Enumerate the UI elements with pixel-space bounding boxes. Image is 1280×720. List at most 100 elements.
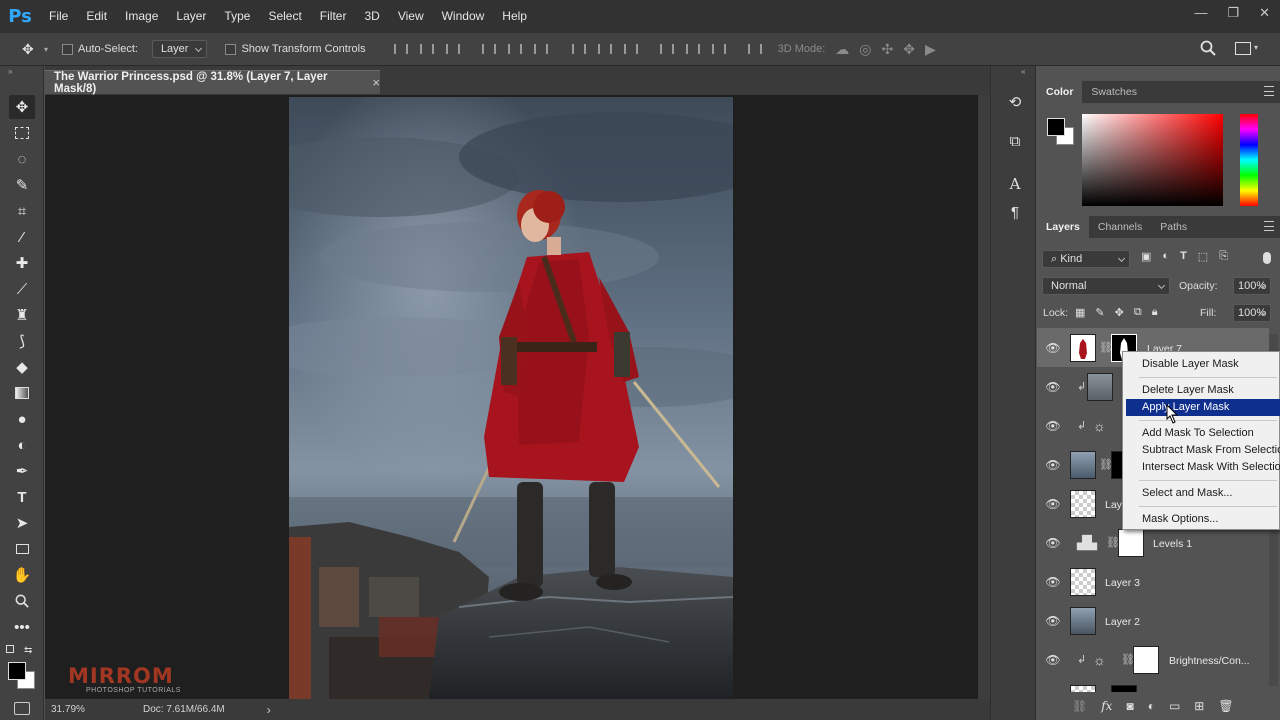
rectangle-tool-icon[interactable] <box>9 537 35 561</box>
workspace-arrow-icon[interactable]: ▾ <box>1254 43 1258 52</box>
crop-tool-icon[interactable]: ⌗ <box>9 199 35 223</box>
align-top-icon[interactable] <box>392 42 408 56</box>
path-selection-tool-icon[interactable]: ➤ <box>9 511 35 535</box>
distribute-vcenter-icon[interactable] <box>596 42 612 56</box>
tab-color[interactable]: Color <box>1037 81 1083 103</box>
color-picker-field[interactable] <box>1082 114 1223 206</box>
lock-transparent-icon[interactable]: ▦ <box>1075 306 1085 319</box>
tab-layers[interactable]: Layers <box>1037 216 1089 238</box>
filter-adjustment-icon[interactable]: ◐ <box>1162 250 1169 263</box>
hand-tool-icon[interactable]: ✋ <box>9 563 35 587</box>
visibility-eye-icon[interactable]: 👁︎ <box>1045 458 1060 472</box>
color-fg-swatch[interactable] <box>1047 118 1065 136</box>
align-bottom-icon[interactable] <box>444 42 460 56</box>
distribute-left-icon[interactable] <box>658 42 674 56</box>
menu-disable-layer-mask[interactable]: Disable Layer Mask <box>1126 356 1280 373</box>
layer-row[interactable]: 👁︎ Layer 2 <box>1037 601 1269 640</box>
tab-swatches[interactable]: Swatches <box>1082 81 1146 103</box>
pen-tool-icon[interactable]: ✒ <box>9 459 35 483</box>
align-vcenter-icon[interactable] <box>418 42 434 56</box>
move-tool-icon[interactable]: ✥ <box>9 95 35 119</box>
eyedropper-tool-icon[interactable]: ⁄ <box>9 225 35 249</box>
layer-mask-thumbnail[interactable] <box>1133 646 1159 674</box>
layers-panel-menu-icon[interactable] <box>1264 221 1274 231</box>
default-colors-icon[interactable] <box>6 645 14 653</box>
lock-artboard-icon[interactable]: ⧉ <box>1134 306 1142 319</box>
auto-select-dropdown[interactable]: Layer <box>151 40 208 58</box>
menu-subtract-mask-from-selection[interactable]: Subtract Mask From Selection <box>1126 442 1280 459</box>
more-tools-icon[interactable]: ••• <box>9 615 35 639</box>
menu-image[interactable]: Image <box>116 0 167 33</box>
menu-view[interactable]: View <box>389 0 433 33</box>
menu-layer[interactable]: Layer <box>167 0 215 33</box>
layer-style-icon[interactable]: fx <box>1101 699 1112 713</box>
lasso-tool-icon[interactable]: ◌ <box>9 147 35 171</box>
menu-3d[interactable]: 3D <box>355 0 388 33</box>
3d-slide-icon[interactable]: ✥ <box>903 41 915 58</box>
distribute-right-icon[interactable] <box>710 42 726 56</box>
eraser-tool-icon[interactable]: ◆ <box>9 355 35 379</box>
layer-name[interactable]: Levels 1 <box>1153 538 1192 550</box>
new-layer-icon[interactable]: ⊞ <box>1194 699 1204 713</box>
lock-all-icon[interactable]: 🔒︎ <box>1152 306 1158 319</box>
marquee-tool-icon[interactable] <box>9 121 35 145</box>
close-document-icon[interactable]: × <box>372 75 380 90</box>
swap-colors-icon[interactable]: ⇆ <box>24 645 32 656</box>
filter-toggle-icon[interactable] <box>1263 252 1271 264</box>
auto-select-checkbox[interactable]: Auto-Select: <box>62 43 138 55</box>
workspace-icon[interactable] <box>1235 42 1251 55</box>
distribute-hcenter-icon[interactable] <box>684 42 700 56</box>
menu-help[interactable]: Help <box>493 0 536 33</box>
auto-select-box[interactable] <box>62 43 74 55</box>
layer-mask-thumbnail[interactable] <box>1111 685 1137 692</box>
layer-row[interactable]: 👁︎ ↲ ☼ ⛓︎ Brightness/Con... <box>1037 640 1269 679</box>
menu-window[interactable]: Window <box>433 0 494 33</box>
menu-select[interactable]: Select <box>259 0 310 33</box>
opacity-field[interactable]: 100% <box>1233 277 1271 295</box>
menu-file[interactable]: File <box>40 0 77 33</box>
3d-panel-icon[interactable]: ⧉ <box>1006 132 1024 150</box>
blur-tool-icon[interactable]: ● <box>9 407 35 431</box>
vertical-scrollbar[interactable] <box>978 95 990 699</box>
visibility-eye-icon[interactable]: 👁︎ <box>1045 536 1060 550</box>
3d-orbit-icon[interactable]: ☁ <box>835 41 849 58</box>
filter-type-icon[interactable]: T <box>1180 250 1187 263</box>
menu-intersect-mask-with-selection[interactable]: Intersect Mask With Selection <box>1126 459 1280 476</box>
document-canvas[interactable]: MIRROM <box>289 97 733 699</box>
menu-edit[interactable]: Edit <box>77 0 116 33</box>
color-panel-menu-icon[interactable] <box>1264 86 1274 96</box>
blend-mode-dropdown[interactable]: Normal <box>1042 277 1170 295</box>
dodge-tool-icon[interactable]: ◐ <box>9 433 35 457</box>
brush-tool-icon[interactable]: ⟋ <box>9 277 35 301</box>
menu-delete-layer-mask[interactable]: Delete Layer Mask <box>1126 382 1280 399</box>
paragraph-panel-icon[interactable]: ¶ <box>1006 203 1024 221</box>
collapse-toolbar-icon[interactable]: » <box>8 67 12 76</box>
link-layers-icon[interactable]: ⛓︎ <box>1072 699 1087 713</box>
tab-channels[interactable]: Channels <box>1089 216 1151 238</box>
type-tool-icon[interactable]: T <box>9 485 35 509</box>
filter-pixel-icon[interactable]: ▣ <box>1141 250 1151 263</box>
layer-name[interactable]: Layer 2 <box>1105 616 1140 628</box>
tool-preset-arrow-icon[interactable]: ▾ <box>44 45 48 54</box>
visibility-eye-icon[interactable]: 👁︎ <box>1045 575 1060 589</box>
visibility-eye-icon[interactable]: 👁︎ <box>1045 653 1060 667</box>
add-mask-icon[interactable]: ◙ <box>1126 699 1133 713</box>
visibility-eye-icon[interactable]: 👁︎ <box>1045 419 1060 433</box>
menu-select-and-mask[interactable]: Select and Mask... <box>1126 485 1280 502</box>
menu-filter[interactable]: Filter <box>311 0 356 33</box>
lock-image-icon[interactable]: ✎ <box>1095 306 1104 319</box>
history-panel-icon[interactable]: ⟲ <box>1006 93 1024 111</box>
layer-name[interactable]: Brightness/Con... <box>1169 655 1250 667</box>
new-group-icon[interactable]: ▭ <box>1169 699 1180 713</box>
distribute-bottom-icon[interactable] <box>622 42 638 56</box>
layer-filter-kind[interactable]: ⌕ Kind <box>1042 250 1130 268</box>
3d-scale-icon[interactable]: ▶ <box>925 41 936 58</box>
align-left-icon[interactable] <box>480 42 496 56</box>
layer-name[interactable]: Lay <box>1105 499 1122 511</box>
auto-align-icon[interactable] <box>746 42 762 56</box>
layer-row[interactable] <box>1037 679 1269 692</box>
3d-drag-icon[interactable]: ✣ <box>882 41 894 58</box>
status-menu-arrow[interactable]: › <box>267 703 271 717</box>
zoom-tool-icon[interactable] <box>9 589 35 613</box>
visibility-eye-icon[interactable]: 👁︎ <box>1045 614 1060 628</box>
